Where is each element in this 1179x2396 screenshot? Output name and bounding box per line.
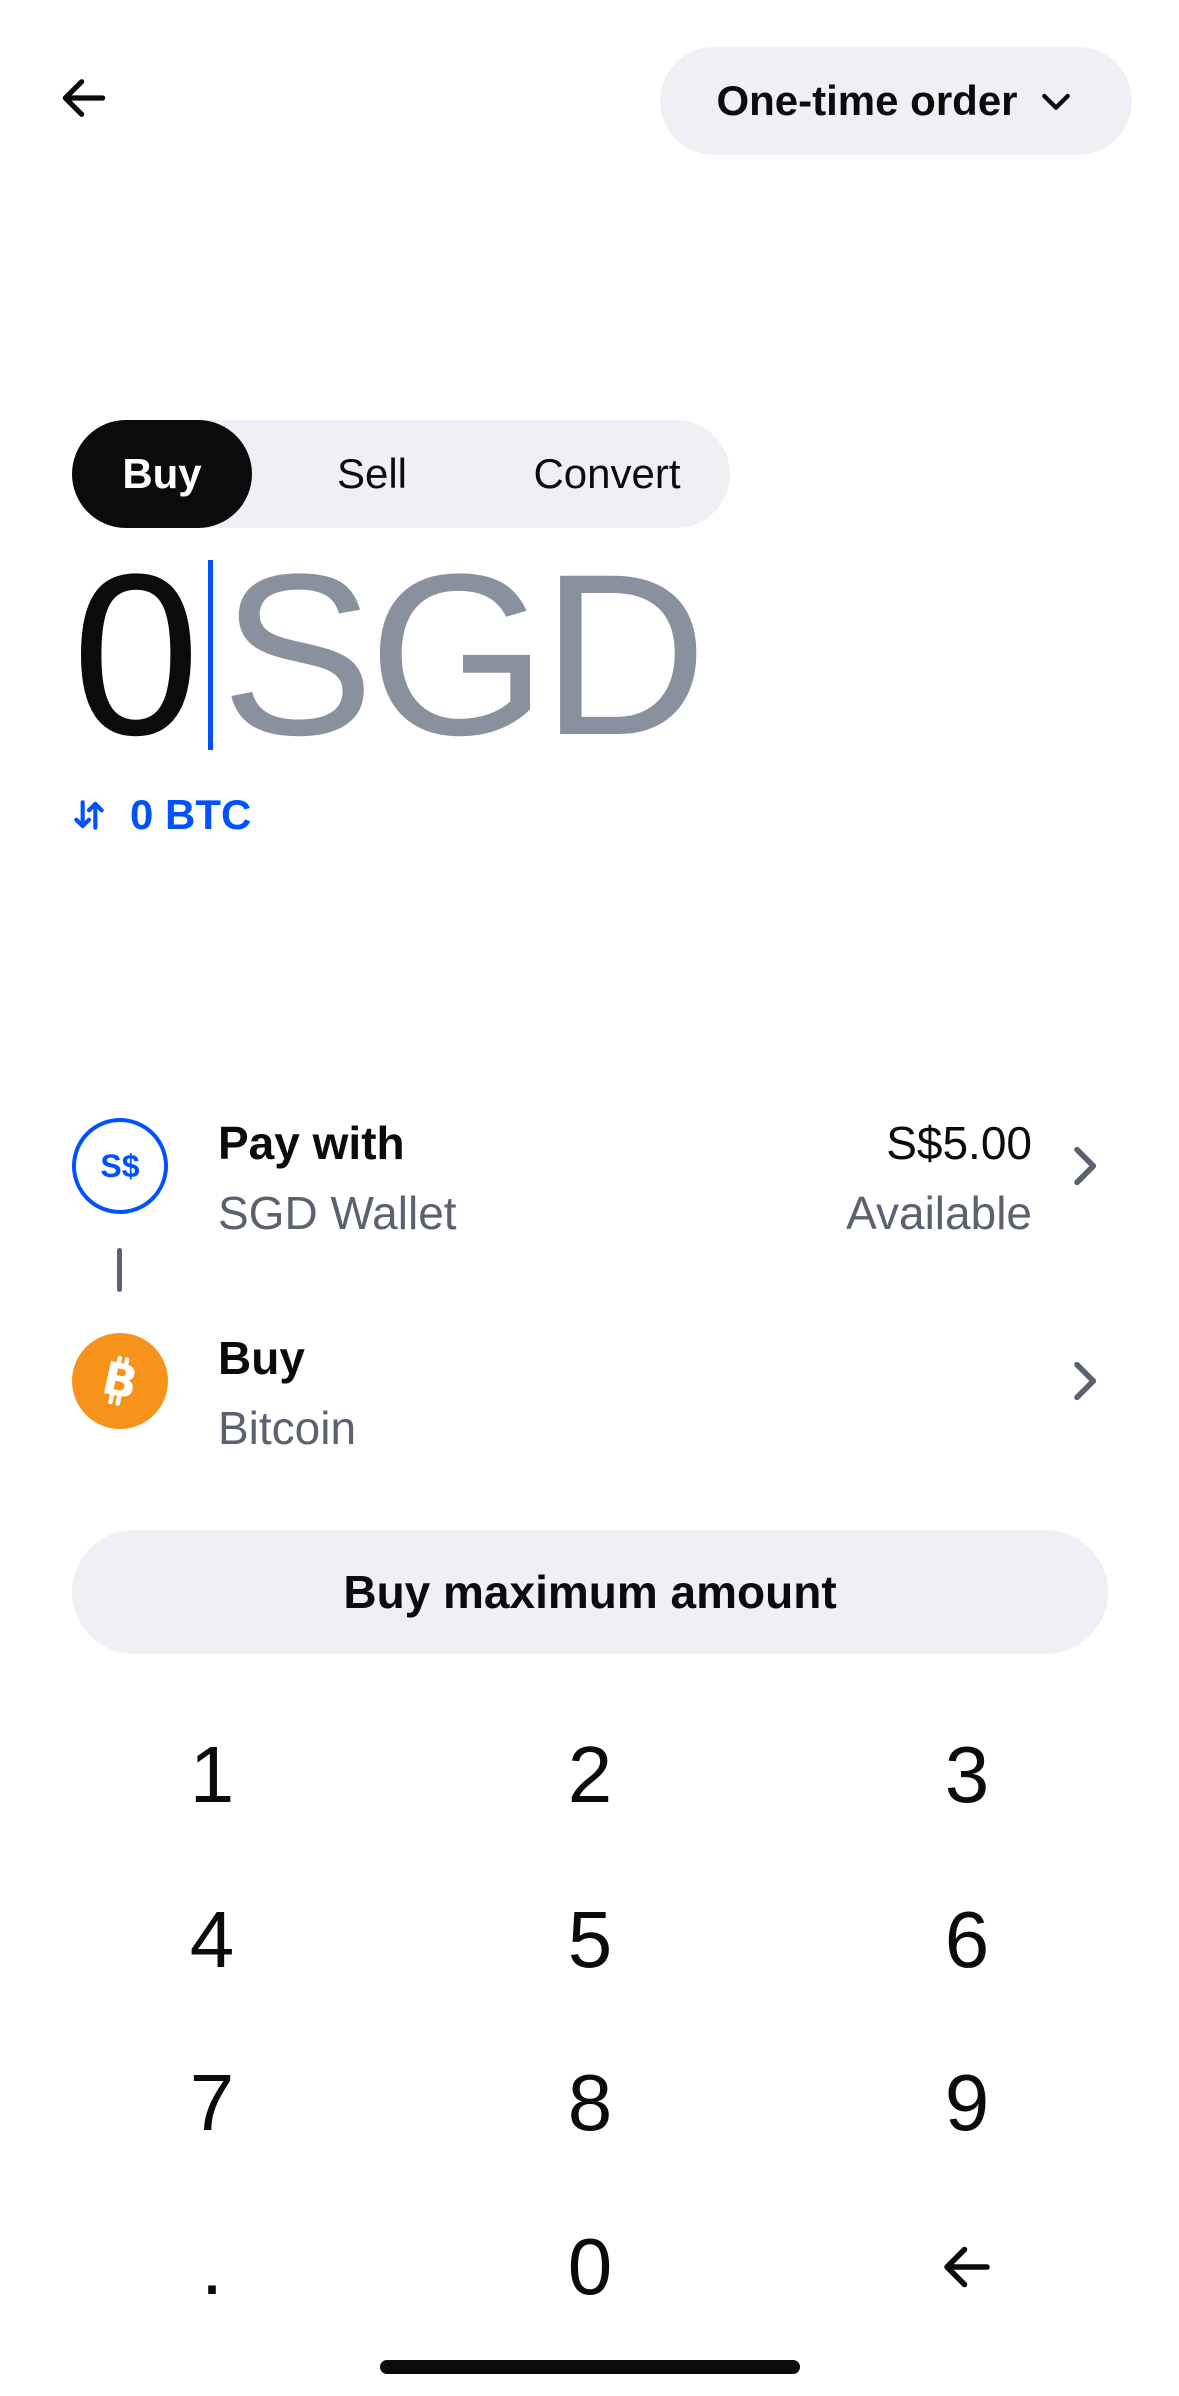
arrow-left-icon xyxy=(62,79,106,117)
available-label: Available xyxy=(846,1187,1032,1239)
keypad-key-5[interactable]: 5 xyxy=(440,1865,740,2015)
keypad-key-6[interactable]: 6 xyxy=(817,1865,1117,2015)
swap-arrows-icon xyxy=(74,800,104,830)
pay-with-row[interactable]: S$ Pay with SGD Wallet S$5.00 Available xyxy=(72,1090,1112,1240)
keypad-key-7[interactable]: 7 xyxy=(62,2028,362,2178)
converted-amount: 0 BTC xyxy=(130,791,252,838)
currency-swap-toggle[interactable]: 0 BTC xyxy=(70,790,251,840)
amount-display[interactable]: 0 SGD xyxy=(72,526,707,783)
sgd-wallet-icon: S$ xyxy=(72,1118,168,1214)
order-type-dropdown[interactable]: One-time order xyxy=(660,47,1132,155)
keypad-key-3[interactable]: 3 xyxy=(817,1700,1117,1850)
buy-asset-row[interactable]: B Buy Bitcoin xyxy=(72,1305,1112,1455)
tab-buy[interactable]: Buy xyxy=(72,420,252,528)
chevron-down-icon xyxy=(1041,93,1070,110)
payment-method: SGD Wallet xyxy=(218,1187,457,1239)
buy-maximum-button[interactable]: Buy maximum amount xyxy=(72,1530,1108,1654)
buy-title: Buy xyxy=(218,1332,305,1384)
row-connector-line xyxy=(117,1248,122,1292)
available-balance: S$5.00 xyxy=(886,1117,1032,1169)
keypad-key-0[interactable]: 0 xyxy=(440,2192,740,2342)
amount-currency: SGD xyxy=(220,526,707,783)
keypad-backspace[interactable] xyxy=(817,2192,1117,2342)
keypad-key-9[interactable]: 9 xyxy=(817,2028,1117,2178)
keypad-key-8[interactable]: 8 xyxy=(440,2028,740,2178)
home-indicator[interactable] xyxy=(380,2360,800,2374)
trade-type-tabs: Buy Sell Convert xyxy=(72,420,730,528)
keypad-key-decimal[interactable]: . xyxy=(62,2192,362,2342)
keypad-key-4[interactable]: 4 xyxy=(62,1865,362,2015)
chevron-right-icon xyxy=(1074,1361,1097,1401)
keypad-key-1[interactable]: 1 xyxy=(62,1700,362,1850)
asset-name: Bitcoin xyxy=(218,1402,357,1454)
order-type-label: One-time order xyxy=(716,77,1018,124)
back-button[interactable] xyxy=(48,62,120,134)
text-caret xyxy=(207,560,213,750)
tab-sell[interactable]: Sell xyxy=(277,420,467,528)
amount-value: 0 xyxy=(72,526,200,783)
pay-with-title: Pay with xyxy=(218,1117,405,1169)
bitcoin-icon: B xyxy=(72,1333,168,1429)
backspace-arrow-icon xyxy=(944,2246,990,2288)
tab-convert[interactable]: Convert xyxy=(492,420,722,528)
chevron-right-icon xyxy=(1074,1146,1097,1186)
keypad-key-2[interactable]: 2 xyxy=(440,1700,740,1850)
